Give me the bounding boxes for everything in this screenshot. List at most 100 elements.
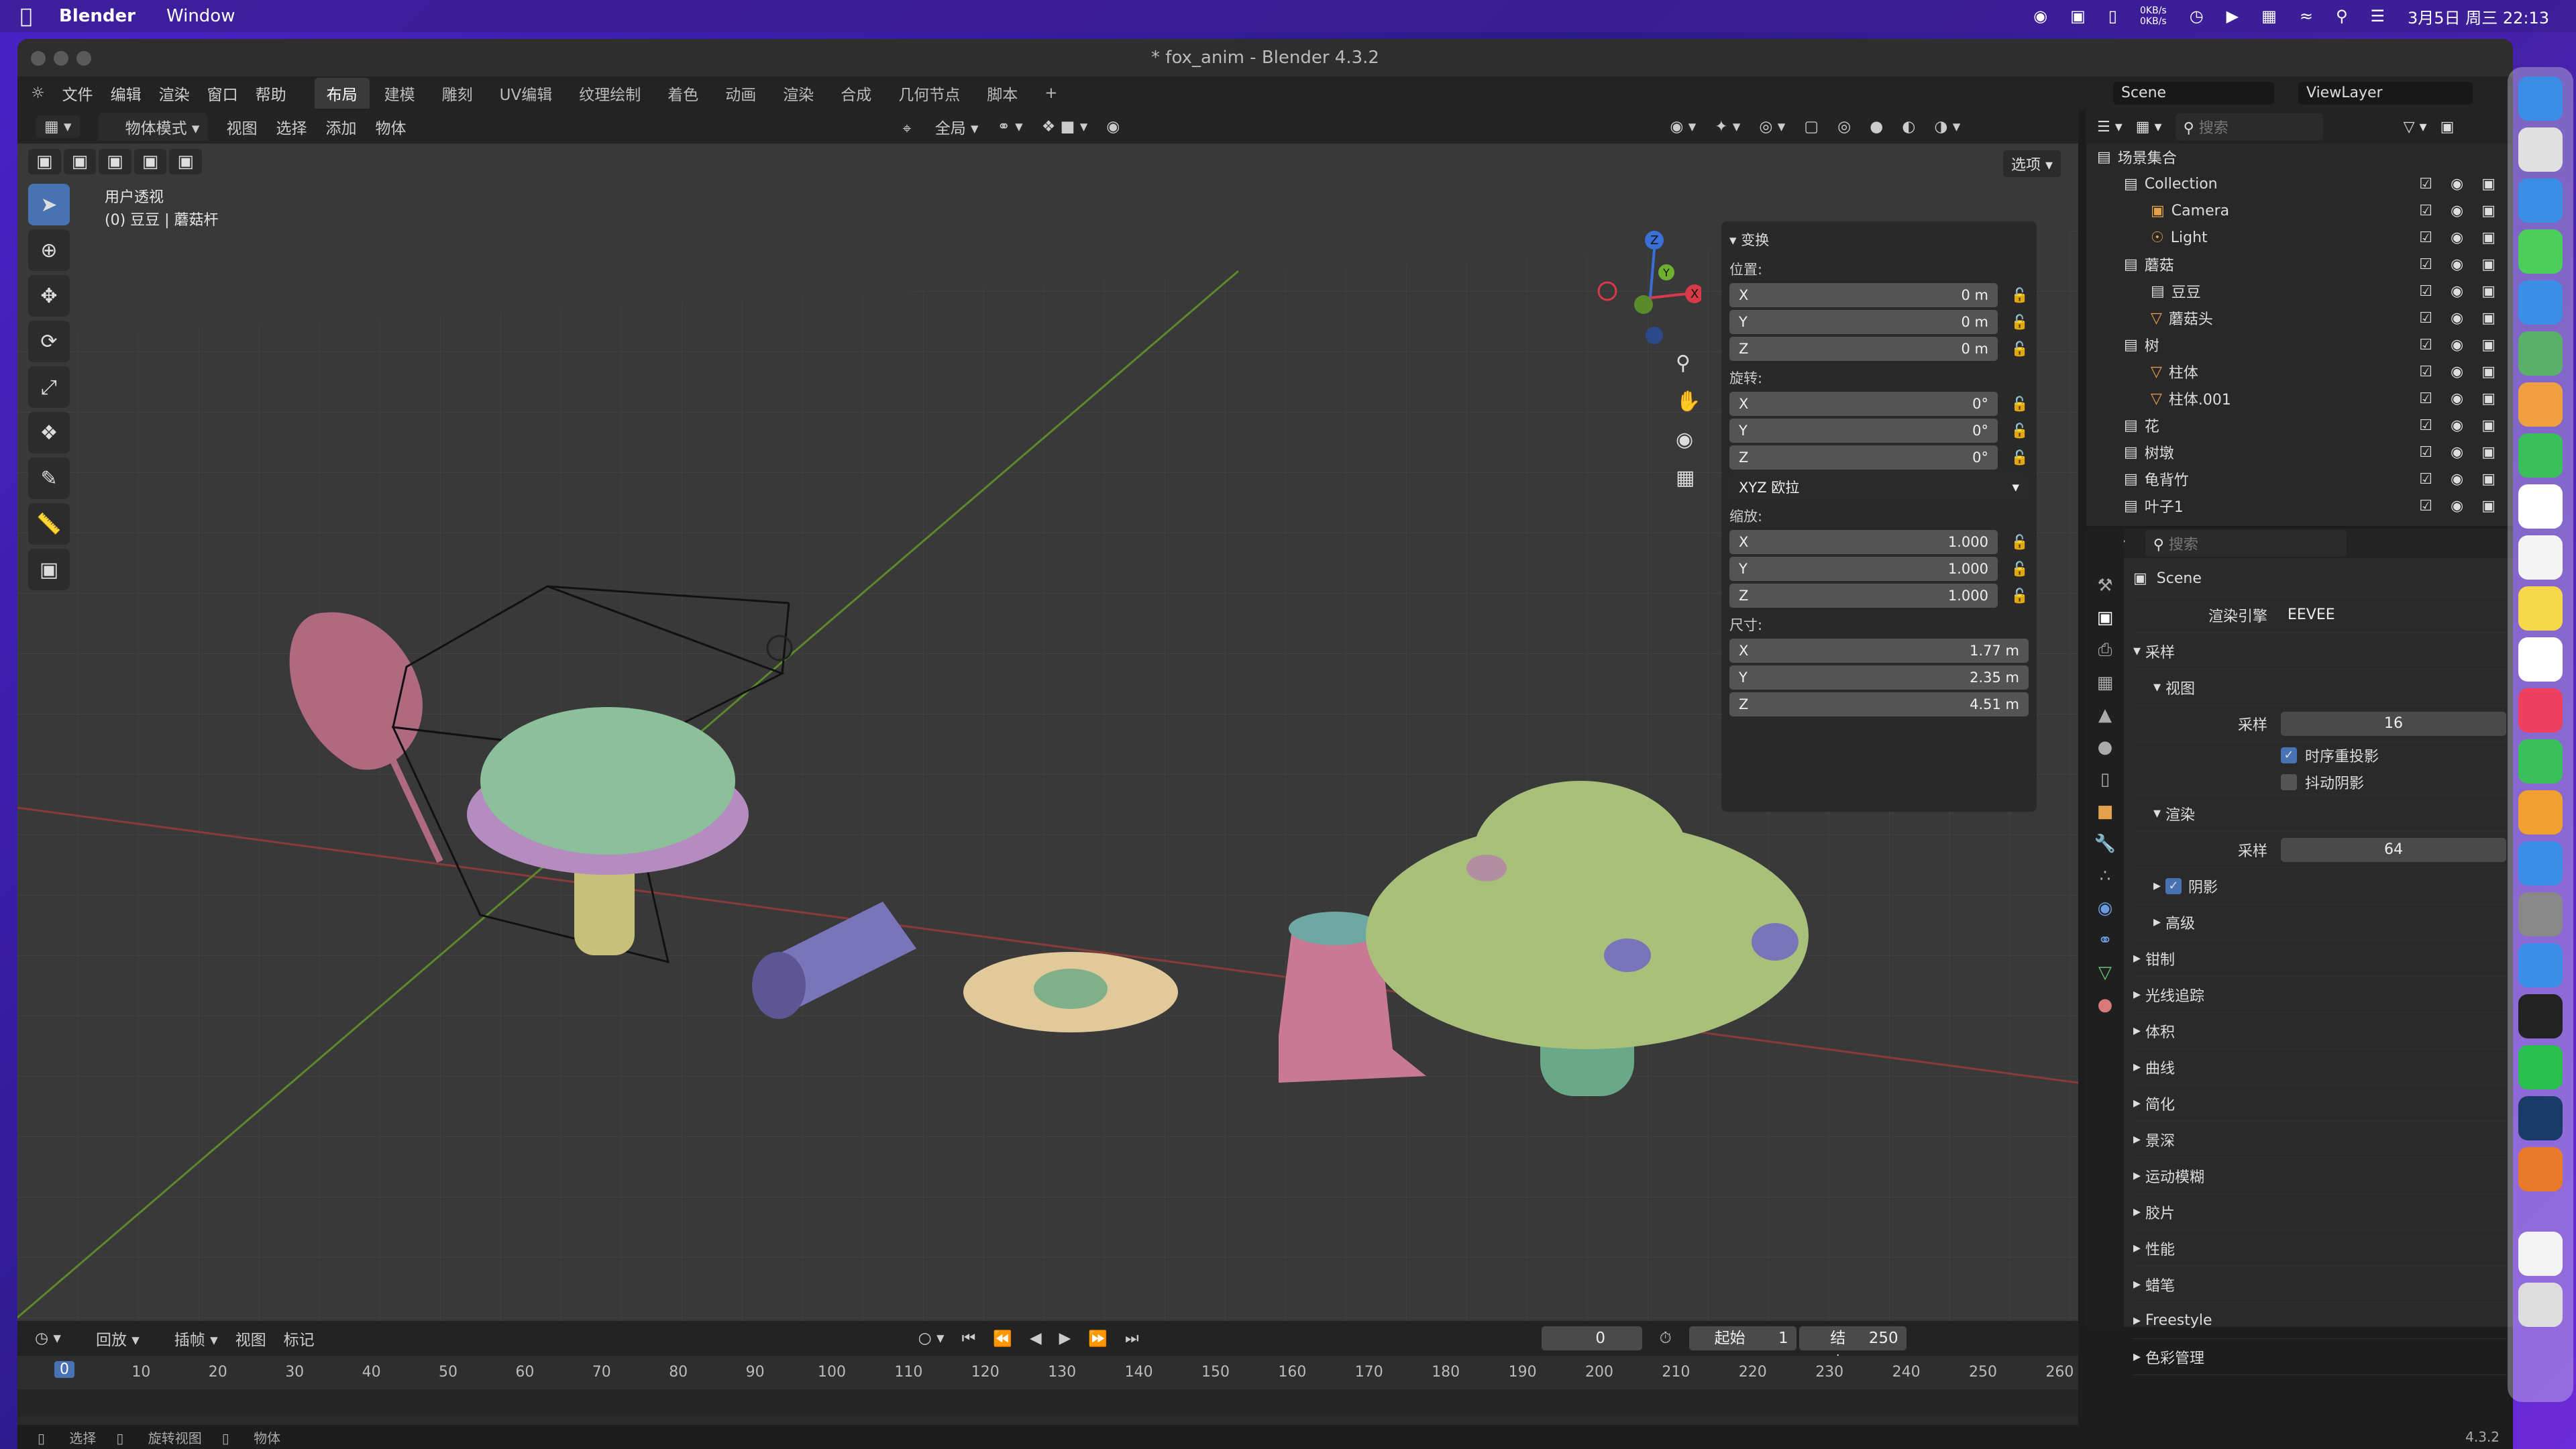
rotate-tool-icon[interactable]: ⟳: [28, 321, 70, 362]
mode-selector[interactable]: 物体模式 ▾: [98, 113, 208, 141]
dimensions-z-field[interactable]: Z 4.51 m: [1729, 692, 2029, 716]
trash-status-icon[interactable]: ▯: [2108, 7, 2117, 25]
play-icon[interactable]: ▶: [2226, 7, 2239, 25]
lock-icon[interactable]: 🔓: [2011, 423, 2029, 439]
menu-select[interactable]: 选择: [276, 115, 307, 138]
timeline-editor-type-icon[interactable]: ◷ ▾: [35, 1330, 61, 1347]
play-icon[interactable]: ▶: [1059, 1330, 1071, 1347]
shadows-checkbox[interactable]: ✓: [2165, 877, 2182, 894]
visibility-toggle-icon[interactable]: ☑ ◉ ▣: [2419, 390, 2502, 407]
wechat-icon[interactable]: [2518, 1045, 2563, 1089]
steam-icon[interactable]: [2518, 1096, 2563, 1140]
tab-texture-paint[interactable]: 纹理绘制: [567, 78, 653, 109]
tab-compositing[interactable]: 合成: [828, 78, 883, 109]
modifier-tab-icon[interactable]: 🔧: [2094, 834, 2116, 854]
location-x-field[interactable]: X0 m 🔓: [1729, 283, 2029, 307]
numbers-icon[interactable]: [2518, 739, 2563, 784]
menu-add[interactable]: 添加: [325, 115, 356, 138]
render-section-header[interactable]: ▸ 曲线: [2133, 1049, 2506, 1085]
render-section-header[interactable]: ▸ 蜡笔: [2133, 1267, 2506, 1303]
navigation-gizmo[interactable]: Z X Y: [1580, 231, 1701, 352]
outliner-row[interactable]: ▤ 场景集合: [2086, 144, 2513, 170]
facetime-icon[interactable]: [2518, 433, 2563, 478]
visibility-toggle-icon[interactable]: ☑ ◉ ▣: [2419, 229, 2502, 246]
music-icon[interactable]: [2518, 688, 2563, 733]
render-subpanel-header[interactable]: ▾ 渲染: [2133, 796, 2506, 832]
tab-geometry-nodes[interactable]: 几何节点: [886, 78, 972, 109]
data-tab-icon[interactable]: ▽: [2098, 963, 2112, 983]
cursor-tool-icon[interactable]: ⊕: [28, 229, 70, 271]
tab-uv-editing[interactable]: UV编辑: [488, 78, 565, 109]
material-tab-icon[interactable]: ●: [2098, 995, 2113, 1015]
advanced-subpanel-header[interactable]: ▸ 高级: [2133, 904, 2506, 941]
control-center-icon[interactable]: ☰: [2371, 7, 2385, 25]
editor-type-selector[interactable]: ▦ ▾: [36, 115, 80, 138]
start-frame-field[interactable]: 起始 1: [1688, 1326, 1796, 1350]
next-keyframe-icon[interactable]: ⏩: [1088, 1330, 1108, 1348]
outliner-row[interactable]: ▤ 花 ☑ ◉ ▣: [2086, 412, 2513, 439]
tab-modeling[interactable]: 建模: [372, 78, 427, 109]
scene-selector[interactable]: Scene: [2113, 82, 2274, 105]
lock-icon[interactable]: 🔓: [2011, 561, 2029, 578]
add-cube-tool-icon[interactable]: ▣: [28, 549, 70, 590]
wechat-status-icon[interactable]: ◉: [2033, 7, 2047, 25]
visibility-toggle-icon[interactable]: ☑ ◉ ▣: [2419, 176, 2502, 193]
scale-z-field[interactable]: Z 1.000 🔓: [1729, 584, 2029, 608]
visibility-toggle-icon[interactable]: ☑ ◉ ▣: [2419, 310, 2502, 327]
xray-icon[interactable]: ▢: [1804, 118, 1819, 136]
gizmo-toggle-icon[interactable]: ✦ ▾: [1715, 118, 1740, 136]
outliner-row[interactable]: ▤ 叶子1 ☑ ◉ ▣: [2086, 492, 2513, 519]
menu-edit[interactable]: 编辑: [111, 82, 142, 105]
measure-tool-icon[interactable]: 📏: [28, 503, 70, 545]
freeform-icon[interactable]: [2518, 637, 2563, 682]
dimensions-x-field[interactable]: X 1.77 m: [1729, 639, 2029, 663]
viewlayer-selector[interactable]: ViewLayer: [2298, 82, 2473, 105]
rotation-x-field[interactable]: X 0° 🔓: [1729, 392, 2029, 416]
menu-view[interactable]: 视图: [226, 115, 257, 138]
visibility-toggle-icon[interactable]: ☑ ◉ ▣: [2419, 444, 2502, 461]
viewport-samples-field[interactable]: 16: [2281, 711, 2506, 736]
apple-menu-icon[interactable]: : [20, 5, 32, 28]
output-tab-icon[interactable]: ⎙: [2098, 640, 2112, 661]
lock-icon[interactable]: 🔓: [2011, 588, 2029, 604]
scale-tool-icon[interactable]: ⤢: [28, 366, 70, 408]
menu-keying[interactable]: 插帧 ▾: [157, 1327, 218, 1350]
select-intersect-icon[interactable]: ▣: [169, 149, 202, 174]
render-section-header[interactable]: ▸ Freestyle: [2133, 1303, 2506, 1339]
outliner-row[interactable]: ▤ 树 ☑ ◉ ▣: [2086, 331, 2513, 358]
object-tab-icon[interactable]: ■: [2097, 802, 2114, 822]
timeline-ruler[interactable]: 0 10 20 30 40 50 60 70 80 90 100 110 120 130 140 150 160…: [17, 1356, 2078, 1389]
netspeed-widget[interactable]: 0KB/s 0KB/s: [2140, 5, 2167, 27]
properties-search-input[interactable]: ⚲ 搜索: [2145, 530, 2347, 557]
outliner-row[interactable]: ▽ 柱体 ☑ ◉ ▣: [2086, 358, 2513, 385]
outliner-row[interactable]: ▤ 龟背竹 ☑ ◉ ▣: [2086, 466, 2513, 492]
transform-tool-icon[interactable]: ❖: [28, 412, 70, 453]
menu-window[interactable]: 窗口: [207, 82, 238, 105]
timeline-track-area[interactable]: [17, 1389, 2078, 1416]
render-engine-select[interactable]: EEVEE: [2281, 602, 2506, 627]
current-frame-field[interactable]: 0: [1541, 1326, 1642, 1350]
display-mode-icon[interactable]: ▦ ▾: [2136, 119, 2162, 136]
proportional-edit-icon[interactable]: ◉: [1106, 118, 1120, 136]
outliner-row[interactable]: ▣ Camera ☑ ◉ ▣: [2086, 197, 2513, 224]
temporal-reprojection-checkbox[interactable]: ✓: [2281, 747, 2297, 763]
lock-icon[interactable]: 🔓: [2011, 287, 2029, 304]
input-method-icon[interactable]: ▦: [2261, 7, 2277, 25]
transform-header[interactable]: ▾ 变换: [1729, 229, 2029, 250]
pivot-icon[interactable]: ⚭ ▾: [998, 118, 1023, 136]
visibility-icon[interactable]: ◉ ▾: [1670, 118, 1696, 136]
pan-hand-icon[interactable]: ✋: [1676, 390, 1701, 413]
dimensions-y-field[interactable]: Y 2.35 m: [1729, 665, 2029, 690]
select-box-tool-icon[interactable]: ➤: [28, 184, 70, 225]
system-settings-icon[interactable]: [2518, 892, 2563, 936]
photos-icon[interactable]: [2518, 382, 2563, 427]
jump-end-icon[interactable]: ⏭: [1125, 1330, 1139, 1347]
physics-tab-icon[interactable]: ◉: [2098, 898, 2113, 918]
stopwatch-icon[interactable]: ⏱: [1660, 1330, 1672, 1347]
ortho-toggle-icon[interactable]: ▦: [1676, 466, 1701, 490]
terminal-icon[interactable]: [2518, 994, 2563, 1038]
select-subtract-icon[interactable]: ▣: [99, 149, 131, 174]
constraints-tab-icon[interactable]: ⚭: [2098, 930, 2112, 951]
move-tool-icon[interactable]: ✥: [28, 275, 70, 317]
visibility-toggle-icon[interactable]: ☑ ◉ ▣: [2419, 203, 2502, 219]
